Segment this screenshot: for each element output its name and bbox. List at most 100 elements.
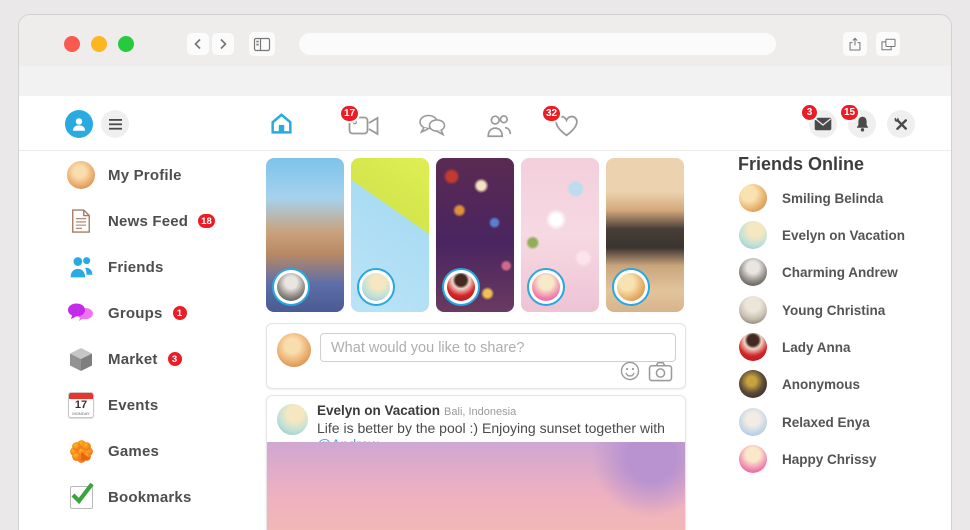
friend-avatar	[739, 333, 767, 361]
news-feed-badge: 18	[196, 212, 217, 230]
back-icon	[192, 38, 204, 50]
friend-name: Evelyn on Vacation	[782, 228, 905, 243]
tabs-button[interactable]	[876, 32, 900, 56]
friend-name: Happy Chrissy	[782, 452, 877, 467]
friend-name: Charming Andrew	[782, 265, 898, 280]
friend-row[interactable]: Happy Chrissy	[739, 445, 877, 473]
friend-avatar	[739, 296, 767, 324]
mail-icon	[814, 117, 832, 131]
story-card[interactable]	[521, 158, 599, 312]
sidebar-toggle-button[interactable]	[249, 32, 275, 56]
market-badge: 3	[166, 350, 184, 368]
nav-chat-button[interactable]	[417, 113, 447, 138]
calendar-icon: 17 MONDAY	[68, 392, 94, 418]
share-button[interactable]	[843, 32, 867, 56]
composer-avatar	[277, 333, 311, 367]
address-bar[interactable]	[299, 33, 776, 55]
friend-name: Relaxed Enya	[782, 415, 870, 430]
tools-icon	[893, 116, 910, 133]
sidebar-item-events[interactable]: 17 MONDAY Events	[66, 389, 158, 421]
games-icon	[68, 438, 95, 465]
friend-row[interactable]: Young Christina	[739, 296, 885, 324]
social-app: 17	[19, 96, 951, 530]
friend-row[interactable]: Smiling Belinda	[739, 184, 883, 212]
browser-window: 17	[18, 14, 952, 530]
story-avatar	[527, 268, 565, 306]
post-image[interactable]	[267, 442, 685, 530]
sidebar-item-label: Games	[108, 443, 159, 460]
sidebar-item-groups[interactable]: Groups 1	[66, 297, 189, 329]
likes-badge: 32	[541, 104, 562, 123]
nav-home-button[interactable]	[268, 110, 295, 137]
smiley-icon	[619, 360, 641, 382]
sidebar-item-label: Market	[108, 351, 158, 368]
feed-post: Evelyn on VacationBali, Indonesia Life i…	[266, 395, 686, 530]
friend-row[interactable]: Lady Anna	[739, 333, 851, 361]
settings-button[interactable]	[887, 110, 915, 138]
sidebar-item-news-feed[interactable]: News Feed 18	[66, 205, 217, 237]
sidebar-item-label: Groups	[108, 305, 163, 322]
story-avatar	[272, 268, 310, 306]
sidebar-item-label: Events	[108, 397, 158, 414]
messages-badge: 3	[800, 103, 819, 122]
post-composer	[266, 323, 686, 389]
sidebar-item-games[interactable]: Games	[66, 435, 159, 467]
groups-icon	[67, 302, 95, 325]
my-profile-avatar	[67, 161, 95, 189]
forward-icon	[217, 38, 229, 50]
friend-row[interactable]: Evelyn on Vacation	[739, 221, 905, 249]
back-button[interactable]	[187, 33, 209, 55]
profile-avatar-button[interactable]	[65, 110, 93, 138]
friends-online-title: Friends Online	[738, 154, 864, 175]
sidebar-item-label: My Profile	[108, 167, 182, 184]
story-card[interactable]	[266, 158, 344, 312]
app-header: 17	[19, 96, 951, 151]
add-photo-button[interactable]	[648, 361, 673, 382]
people-icon	[485, 113, 513, 139]
sidebar-item-bookmarks[interactable]: Bookmarks	[66, 481, 192, 513]
post-location: Bali, Indonesia	[444, 406, 516, 418]
tabs-icon	[880, 37, 897, 52]
friend-name: Young Christina	[782, 303, 885, 318]
sidebar-item-label: News Feed	[108, 213, 188, 230]
menu-icon	[109, 119, 122, 130]
share-input[interactable]	[320, 333, 676, 362]
add-emoji-button[interactable]	[619, 360, 641, 382]
story-card[interactable]	[436, 158, 514, 312]
story-avatar	[612, 268, 650, 306]
friend-name: Lady Anna	[782, 340, 851, 355]
friend-row[interactable]: Relaxed Enya	[739, 408, 870, 436]
sidebar-item-label: Friends	[108, 259, 164, 276]
friend-avatar	[739, 184, 767, 212]
minimize-button[interactable]	[91, 36, 107, 52]
post-author-avatar[interactable]	[277, 404, 308, 435]
sidebar-item-friends[interactable]: Friends	[66, 251, 164, 283]
news-feed-icon	[70, 208, 92, 234]
friend-avatar	[739, 221, 767, 249]
close-button[interactable]	[64, 36, 80, 52]
share-icon	[847, 36, 863, 53]
forward-button[interactable]	[212, 33, 234, 55]
calendar-day: 17	[69, 399, 93, 411]
story-card[interactable]	[351, 158, 429, 312]
nav-people-button[interactable]	[485, 113, 513, 139]
post-author[interactable]: Evelyn on VacationBali, Indonesia	[317, 403, 516, 418]
menu-button[interactable]	[101, 110, 129, 138]
calendar-weekday: MONDAY	[69, 411, 93, 416]
video-badge: 17	[339, 104, 360, 123]
friend-row[interactable]: Charming Andrew	[739, 258, 898, 286]
story-card[interactable]	[606, 158, 684, 312]
bookmarks-icon	[70, 486, 93, 509]
user-avatar-icon	[70, 115, 88, 133]
friend-name: Anonymous	[782, 377, 860, 392]
sidebar-item-my-profile[interactable]: My Profile	[66, 159, 182, 191]
sidebar-item-market[interactable]: Market 3	[66, 343, 184, 375]
notifications-badge: 15	[839, 103, 860, 122]
sidebar-panel-icon	[253, 37, 271, 52]
photo-camera-icon	[648, 361, 673, 382]
stories-row	[266, 158, 684, 312]
sidebar-item-label: Bookmarks	[108, 489, 192, 506]
friend-row[interactable]: Anonymous	[739, 370, 860, 398]
zoom-button[interactable]	[118, 36, 134, 52]
friend-name: Smiling Belinda	[782, 191, 883, 206]
